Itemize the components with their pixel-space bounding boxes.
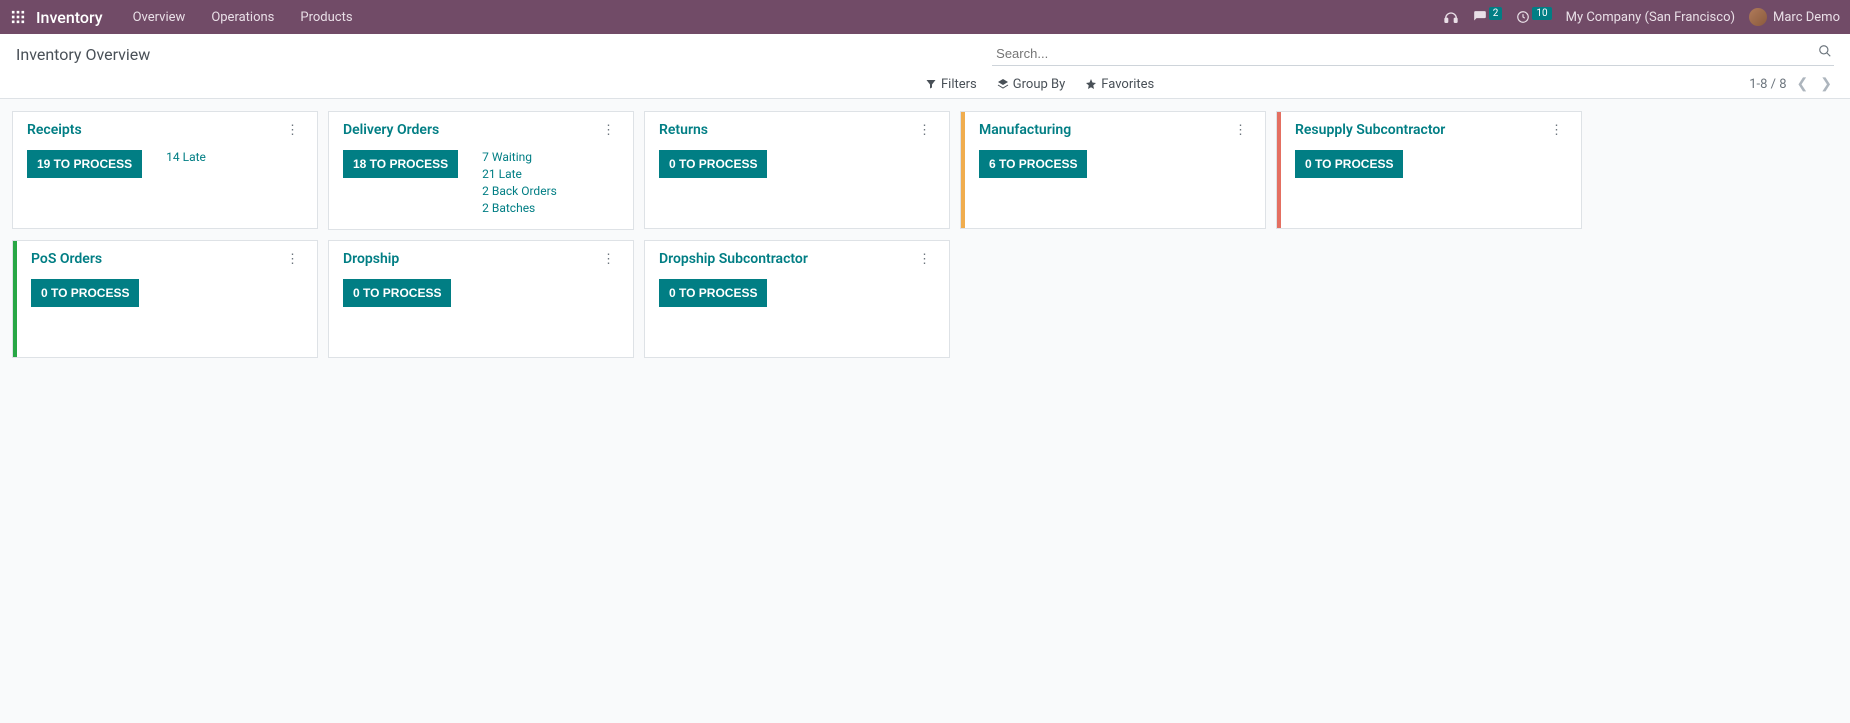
card-extras: 7 Waiting 21 Late 2 Back Orders 2 Batches bbox=[482, 150, 557, 215]
card-body: 0 TO PROCESS bbox=[1295, 150, 1567, 178]
pager-next[interactable]: ❯ bbox=[1818, 76, 1834, 92]
search-box bbox=[992, 42, 1834, 66]
nav-products[interactable]: Products bbox=[290, 10, 362, 25]
process-button[interactable]: 6 TO PROCESS bbox=[979, 150, 1087, 178]
card-extra-link[interactable]: 7 Waiting bbox=[482, 150, 557, 164]
kebab-icon[interactable]: ⋮ bbox=[282, 123, 303, 138]
kebab-icon[interactable]: ⋮ bbox=[598, 123, 619, 138]
kanban-card[interactable]: Resupply Subcontractor ⋮ 0 TO PROCESS bbox=[1276, 111, 1582, 229]
avatar bbox=[1749, 8, 1767, 26]
card-body: 6 TO PROCESS bbox=[979, 150, 1251, 178]
card-title[interactable]: Manufacturing bbox=[979, 122, 1071, 138]
page-title: Inventory Overview bbox=[16, 45, 150, 64]
favorites-label: Favorites bbox=[1101, 77, 1154, 92]
nav-overview[interactable]: Overview bbox=[123, 10, 196, 25]
card-header: Resupply Subcontractor ⋮ bbox=[1295, 122, 1567, 138]
card-header: Delivery Orders ⋮ bbox=[343, 122, 619, 138]
activities-badge: 10 bbox=[1532, 7, 1551, 20]
card-color-bar bbox=[13, 241, 17, 357]
top-navbar: Inventory Overview Operations Products 2… bbox=[0, 0, 1850, 34]
card-body: 18 TO PROCESS 7 Waiting 21 Late 2 Back Orde… bbox=[343, 150, 619, 215]
card-extra-link[interactable]: 14 Late bbox=[166, 150, 206, 164]
process-button[interactable]: 0 TO PROCESS bbox=[659, 279, 767, 307]
kanban-card[interactable]: Returns ⋮ 0 TO PROCESS bbox=[644, 111, 950, 229]
topnav-right: 2 10 My Company (San Francisco) Marc Dem… bbox=[1443, 8, 1840, 26]
card-extra-link[interactable]: 2 Back Orders bbox=[482, 184, 557, 198]
topnav-left: Inventory Overview Operations Products bbox=[10, 8, 363, 27]
process-button[interactable]: 19 TO PROCESS bbox=[27, 150, 142, 178]
control-panel: Inventory Overview Filters Group By Favo… bbox=[0, 34, 1850, 99]
filters-label: Filters bbox=[941, 77, 977, 92]
pager-prev[interactable]: ❮ bbox=[1795, 76, 1811, 92]
kanban-card[interactable]: Dropship Subcontractor ⋮ 0 TO PROCESS bbox=[644, 240, 950, 358]
card-header: Dropship Subcontractor ⋮ bbox=[659, 251, 935, 267]
kanban-card[interactable]: Manufacturing ⋮ 6 TO PROCESS bbox=[960, 111, 1266, 229]
activities-icon[interactable]: 10 bbox=[1516, 10, 1551, 24]
search-options: Filters Group By Favorites bbox=[925, 77, 1154, 92]
user-name: Marc Demo bbox=[1773, 10, 1840, 25]
search-input[interactable] bbox=[992, 42, 1834, 66]
app-brand[interactable]: Inventory bbox=[36, 8, 103, 27]
card-body: 0 TO PROCESS bbox=[31, 279, 303, 307]
card-title[interactable]: Receipts bbox=[27, 122, 82, 138]
company-switcher[interactable]: My Company (San Francisco) bbox=[1566, 10, 1735, 25]
groupby-button[interactable]: Group By bbox=[997, 77, 1066, 92]
card-extra-link[interactable]: 21 Late bbox=[482, 167, 557, 181]
kanban-card[interactable]: PoS Orders ⋮ 0 TO PROCESS bbox=[12, 240, 318, 358]
kanban-view: Receipts ⋮ 19 TO PROCESS 14 Late Delivery Or… bbox=[0, 99, 1850, 370]
support-icon[interactable] bbox=[1443, 9, 1459, 25]
apps-icon[interactable] bbox=[10, 9, 26, 25]
kebab-icon[interactable]: ⋮ bbox=[1230, 123, 1251, 138]
card-body: 0 TO PROCESS bbox=[659, 150, 935, 178]
favorites-button[interactable]: Favorites bbox=[1085, 77, 1154, 92]
kebab-icon[interactable]: ⋮ bbox=[914, 123, 935, 138]
card-title[interactable]: Returns bbox=[659, 122, 708, 138]
card-title[interactable]: Delivery Orders bbox=[343, 122, 439, 138]
card-title[interactable]: PoS Orders bbox=[31, 251, 102, 267]
process-button[interactable]: 0 TO PROCESS bbox=[343, 279, 451, 307]
card-header: PoS Orders ⋮ bbox=[31, 251, 303, 267]
kebab-icon[interactable]: ⋮ bbox=[282, 252, 303, 267]
card-body: 0 TO PROCESS bbox=[343, 279, 619, 307]
kebab-icon[interactable]: ⋮ bbox=[1546, 123, 1567, 138]
card-header: Returns ⋮ bbox=[659, 122, 935, 138]
kebab-icon[interactable]: ⋮ bbox=[598, 252, 619, 267]
kebab-icon[interactable]: ⋮ bbox=[914, 252, 935, 267]
filters-button[interactable]: Filters bbox=[925, 77, 977, 92]
card-title[interactable]: Dropship Subcontractor bbox=[659, 251, 808, 267]
card-header: Manufacturing ⋮ bbox=[979, 122, 1251, 138]
kanban-card[interactable]: Receipts ⋮ 19 TO PROCESS 14 Late bbox=[12, 111, 318, 229]
cp-row-bottom: Filters Group By Favorites 1-8 / 8 ❮ ❯ bbox=[16, 76, 1834, 92]
card-extra-link[interactable]: 2 Batches bbox=[482, 201, 557, 215]
process-button[interactable]: 0 TO PROCESS bbox=[659, 150, 767, 178]
card-title[interactable]: Resupply Subcontractor bbox=[1295, 122, 1445, 138]
kanban-card[interactable]: Delivery Orders ⋮ 18 TO PROCESS 7 Waiting 21… bbox=[328, 111, 634, 230]
nav-operations[interactable]: Operations bbox=[201, 10, 284, 25]
card-color-bar bbox=[961, 112, 965, 228]
groupby-label: Group By bbox=[1013, 77, 1066, 92]
card-body: 19 TO PROCESS 14 Late bbox=[27, 150, 303, 178]
pager: 1-8 / 8 ❮ ❯ bbox=[1749, 76, 1834, 92]
search-icon[interactable] bbox=[1818, 44, 1832, 62]
process-button[interactable]: 0 TO PROCESS bbox=[1295, 150, 1403, 178]
pager-text[interactable]: 1-8 / 8 bbox=[1749, 77, 1786, 92]
card-header: Receipts ⋮ bbox=[27, 122, 303, 138]
messages-icon[interactable]: 2 bbox=[1473, 10, 1503, 24]
kanban-card[interactable]: Dropship ⋮ 0 TO PROCESS bbox=[328, 240, 634, 358]
process-button[interactable]: 0 TO PROCESS bbox=[31, 279, 139, 307]
process-button[interactable]: 18 TO PROCESS bbox=[343, 150, 458, 178]
card-extras: 14 Late bbox=[166, 150, 206, 164]
search-wrap bbox=[150, 42, 1834, 66]
cp-row-top: Inventory Overview bbox=[16, 42, 1834, 66]
user-menu[interactable]: Marc Demo bbox=[1749, 8, 1840, 26]
card-body: 0 TO PROCESS bbox=[659, 279, 935, 307]
messages-badge: 2 bbox=[1489, 7, 1503, 20]
card-color-bar bbox=[1277, 112, 1281, 228]
card-title[interactable]: Dropship bbox=[343, 251, 399, 267]
card-header: Dropship ⋮ bbox=[343, 251, 619, 267]
